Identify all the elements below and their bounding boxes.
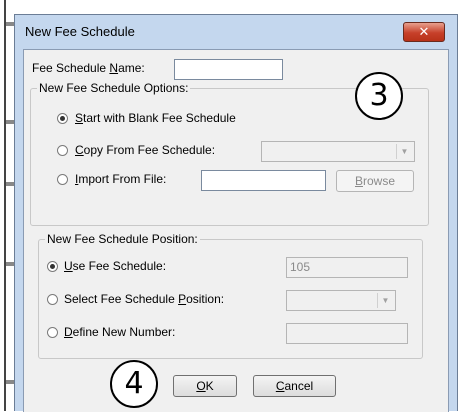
fee-schedule-name-label: Fee Schedule Name: (32, 61, 145, 75)
chevron-down-icon: ▼ (396, 144, 412, 159)
close-button[interactable]: ✕ (403, 22, 445, 42)
import-file-radio[interactable] (57, 174, 68, 185)
use-fee-schedule-label[interactable]: Use Fee Schedule: (64, 259, 166, 273)
define-number-label[interactable]: Define New Number: (64, 325, 175, 339)
title-bar[interactable]: New Fee Schedule ✕ (15, 15, 457, 49)
start-blank-label[interactable]: Start with Blank Fee Schedule (75, 111, 236, 125)
copy-from-select[interactable]: ▼ (261, 141, 415, 162)
position-select[interactable]: ▼ (286, 290, 396, 311)
start-blank-radio[interactable] (57, 113, 68, 124)
edge-fragment (6, 120, 14, 124)
fee-schedule-name-input[interactable] (174, 59, 283, 80)
edge-fragment (6, 380, 14, 384)
new-fee-schedule-dialog: New Fee Schedule ✕ Fee Schedule Name: Ne… (14, 14, 458, 412)
import-file-label[interactable]: Import From File: (75, 172, 166, 186)
window-edge-line (4, 0, 6, 411)
edge-fragment (6, 182, 14, 186)
ok-button[interactable]: OK (173, 375, 237, 397)
copy-from-label[interactable]: Copy From Fee Schedule: (75, 143, 215, 157)
position-group-legend: New Fee Schedule Position: (45, 232, 200, 246)
cancel-button[interactable]: Cancel (253, 375, 336, 397)
use-fee-schedule-radio[interactable] (47, 261, 58, 272)
callout-3: 3 (355, 72, 403, 120)
edge-fragment (6, 262, 14, 266)
copy-from-radio[interactable] (57, 145, 68, 156)
dialog-title: New Fee Schedule (25, 24, 135, 39)
position-group: New Fee Schedule Position: Use Fee Sched… (38, 232, 423, 359)
import-file-input[interactable] (201, 170, 326, 191)
define-number-radio[interactable] (47, 327, 58, 338)
background-window-edge (0, 0, 14, 411)
browse-button[interactable]: Browse (336, 170, 414, 192)
chevron-down-icon: ▼ (377, 293, 393, 308)
close-icon: ✕ (418, 24, 430, 39)
fee-schedule-number-input[interactable]: 105 (286, 257, 408, 278)
new-number-input[interactable] (286, 323, 408, 344)
options-group-legend: New Fee Schedule Options: (37, 81, 191, 95)
select-position-radio[interactable] (47, 294, 58, 305)
select-position-label[interactable]: Select Fee Schedule Position: (64, 292, 224, 306)
callout-4: 4 (110, 360, 158, 408)
edge-fragment (6, 22, 14, 26)
